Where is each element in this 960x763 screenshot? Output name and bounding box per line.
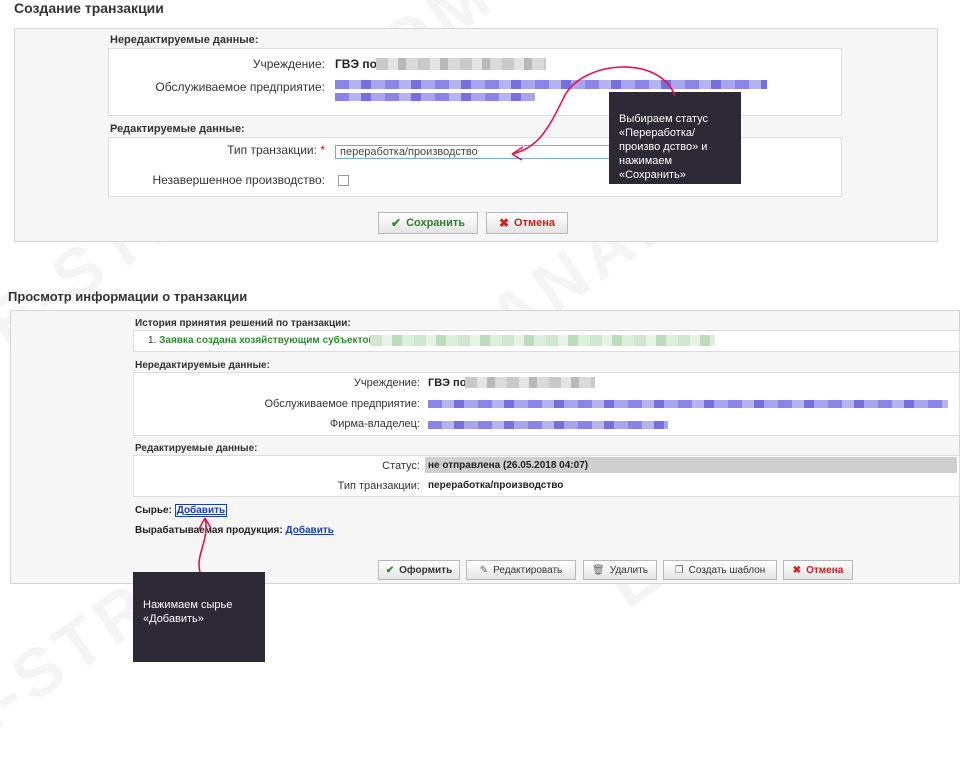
status-label: Статус: [382,460,420,472]
create-editable-section-label: Редактируемые данные: [110,123,245,135]
raw-materials-label: Сырье: [135,505,172,516]
delete-button[interactable]: 🗑 Удалить [583,560,657,580]
view-enterprise-label: Обслуживаемое предприятие: [264,398,421,410]
edit-button-label: Редактировать [493,564,563,576]
pencil-icon: ✎ [479,564,489,576]
institution-label: Учреждение: [252,57,325,71]
finalize-button[interactable]: ✔ Оформить [378,560,460,580]
history-redacted [370,335,715,346]
edit-button[interactable]: ✎ Редактировать [466,560,576,580]
enterprise-redacted [335,80,767,89]
owner-firm-redacted [428,421,668,429]
institution-value: ГВЭ по [335,57,377,71]
history-section-label: История принятия решений по транзакции: [135,318,351,329]
cross-icon: ✖ [498,216,510,230]
create-template-button-label: Создать шаблон [688,564,766,576]
history-item-text: Заявка создана хозяйствующим субъектом : [159,335,382,346]
add-product-link[interactable]: Добавить [285,525,333,536]
history-item-number: 1. [148,335,157,346]
status-value: не отправлена (26.05.2018 04:07) [428,460,589,471]
unfinished-production-label: Незавершенное производство: [152,173,325,187]
create-page-title: Создание транзакции [14,0,164,16]
create-noneditable-section-label: Нередактируемые данные: [110,34,259,46]
products-label: Вырабатываемая продукция: [135,525,283,536]
delete-button-label: Удалить [609,564,648,576]
view-noneditable-section-label: Нередактируемые данные: [135,360,270,371]
unfinished-production-checkbox[interactable] [338,175,349,186]
callout-bottom-text: Нажимаем сырье «Добавить» [143,599,233,625]
view-cancel-button-label: Отмена [806,564,844,576]
instruction-callout-bottom: Нажимаем сырье «Добавить» [133,572,265,662]
raw-materials-row: Сырье: Добавить [135,504,228,517]
history-item: 1. Заявка создана хозяйствующим субъекто… [148,335,382,346]
view-enterprise-redacted [428,400,948,408]
checkmark-icon: ✔ [385,564,395,576]
trash-icon: 🗑 [592,564,605,576]
view-editable-section-label: Редактируемые данные: [135,443,258,454]
transaction-type-select[interactable]: переработка/производство [335,145,610,159]
view-institution-label: Учреждение: [353,377,420,389]
institution-redacted [376,58,546,70]
instruction-callout-top: Выбираем статус «Переработка/произво дст… [609,92,741,184]
transaction-type-select-value: переработка/производство [340,146,478,158]
view-transaction-type-value: переработка/производство [428,480,564,491]
save-button-label: Сохранить [406,217,465,229]
checkmark-icon: ✔ [391,216,402,230]
view-institution-value: ГВЭ по [428,377,467,389]
products-row: Вырабатываемая продукция: Добавить [135,525,334,536]
view-page-title: Просмотр информации о транзакции [8,289,248,304]
required-marker: * [320,143,325,157]
add-raw-material-link[interactable]: Добавить [174,504,228,517]
enterprise-redacted [335,93,535,101]
save-button[interactable]: ✔ Сохранить [378,212,478,234]
transaction-type-label: Тип транзакции: * [150,143,325,157]
transaction-type-label-text: Тип транзакции: [227,143,317,157]
view-cancel-button[interactable]: ✖ Отмена [783,560,853,580]
enterprise-label: Обслуживаемое предприятие: [155,80,325,94]
cancel-button-label: Отмена [514,217,556,229]
cross-icon: ✖ [792,564,802,576]
cancel-button[interactable]: ✖ Отмена [486,212,568,234]
view-institution-redacted [465,377,595,388]
create-template-button[interactable]: ❐ Создать шаблон [663,560,777,580]
owner-firm-label: Фирма-владелец: [329,418,420,430]
template-icon: ❐ [674,564,684,576]
finalize-button-label: Оформить [399,564,453,576]
callout-top-text: Выбираем статус «Переработка/произво дст… [619,113,708,181]
view-transaction-type-label: Тип транзакции: [337,480,420,492]
